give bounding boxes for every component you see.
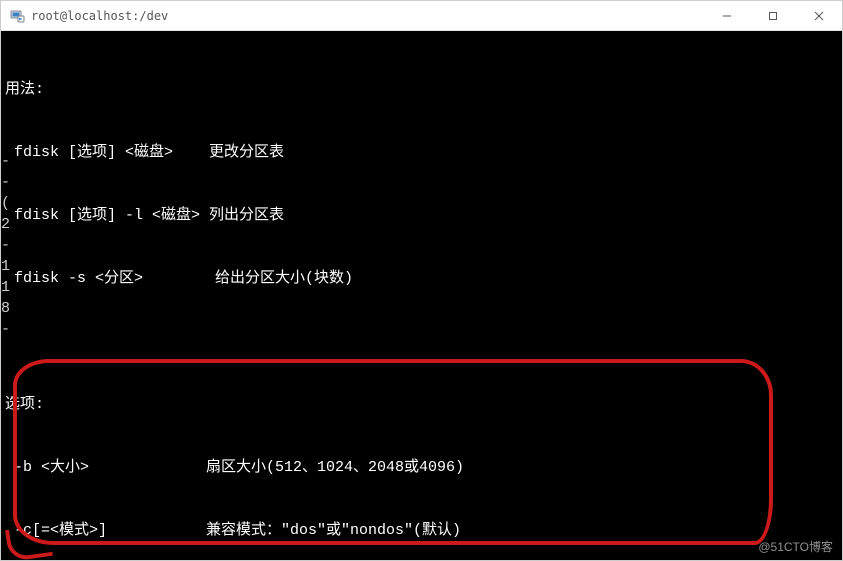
minimize-button[interactable] [704, 1, 750, 31]
gutter-char: ( [1, 193, 17, 214]
option-line: -c[=<模式>] 兼容模式："dos"或"nondos"(默认) [5, 520, 838, 541]
gutter-char: 2 [1, 214, 17, 235]
close-button[interactable] [796, 1, 842, 31]
blank-line [5, 331, 838, 352]
gutter-char: 1 [1, 256, 17, 277]
gutter-char: - [1, 151, 17, 172]
usage-header: 用法: [5, 79, 838, 100]
maximize-button[interactable] [750, 1, 796, 31]
titlebar: root@localhost:/dev [1, 1, 842, 31]
red-highlight-annotation [13, 359, 773, 545]
usage-line: fdisk [选项] <磁盘> 更改分区表 [5, 142, 838, 163]
app-icon [9, 8, 25, 24]
gutter-char: 8 [1, 298, 17, 319]
usage-line: fdisk -s <分区> 给出分区大小(块数) [5, 268, 838, 289]
gutter-char: 1 [1, 277, 17, 298]
window-title: root@localhost:/dev [31, 9, 168, 23]
option-line: -b <大小> 扇区大小(512、1024、2048或4096) [5, 457, 838, 478]
line-gutter: --(2-118- [1, 151, 17, 340]
terminal-area[interactable]: 用法: fdisk [选项] <磁盘> 更改分区表 fdisk [选项] -l … [1, 31, 842, 560]
usage-line: fdisk [选项] -l <磁盘> 列出分区表 [5, 205, 838, 226]
gutter-char: - [1, 235, 17, 256]
options-header: 选项: [5, 394, 838, 415]
gutter-char: - [1, 172, 17, 193]
watermark: @51CTO博客 [758, 538, 833, 555]
gutter-char: - [1, 319, 17, 340]
terminal-window: root@localhost:/dev 用法: fdisk [选项] <磁盘> … [0, 0, 843, 561]
